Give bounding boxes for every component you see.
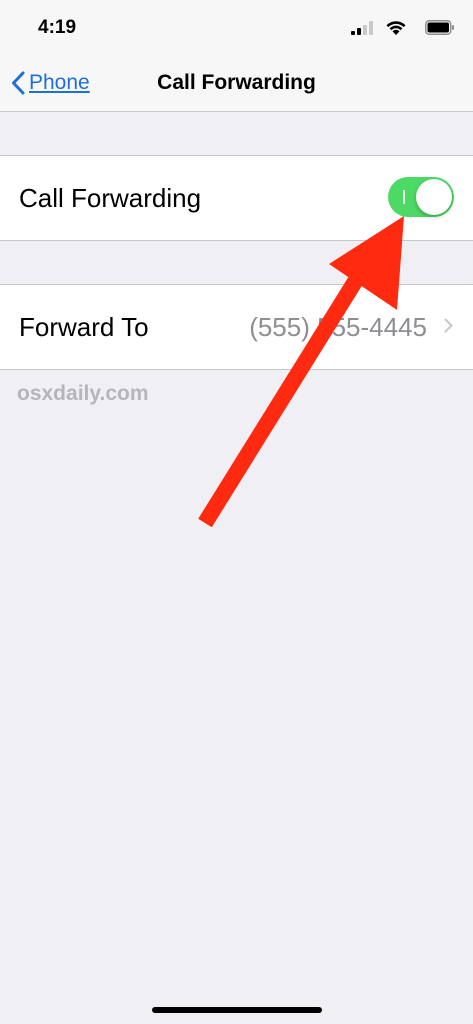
home-indicator[interactable]	[152, 1007, 322, 1013]
red-arrow-annotation	[198, 216, 404, 528]
